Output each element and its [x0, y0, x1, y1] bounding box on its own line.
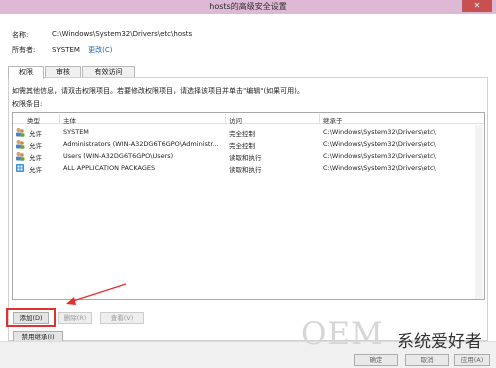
owner-label: 所有者:: [12, 46, 36, 54]
access-cell: 完全控制: [229, 130, 255, 138]
type-cell: 允许: [29, 142, 42, 150]
inherited-cell: C:\Windows\System32\Drivers\etc\: [323, 164, 436, 172]
ok-button[interactable]: 确定: [354, 354, 398, 366]
column-divider[interactable]: [225, 114, 226, 123]
watermark-tagline: 系统爱好者: [397, 332, 482, 352]
window-title: hosts的高级安全设置: [209, 2, 287, 11]
add-button[interactable]: 添加(D): [13, 312, 49, 324]
column-principal[interactable]: 主体: [63, 115, 76, 125]
column-divider[interactable]: [319, 114, 320, 123]
owner-row: SYSTEM 更改(C): [52, 45, 113, 55]
name-label: 名称:: [12, 31, 29, 39]
principal-cell: Administrators (WIN-A32DG6T6GPO\Administ…: [63, 140, 219, 148]
view-button[interactable]: 查看(V): [100, 312, 144, 324]
name-value: C:\Windows\System32\Drivers\etc\hosts: [52, 30, 193, 38]
inherited-cell: C:\Windows\System32\Drivers\etc\: [323, 152, 436, 160]
principal-cell: SYSTEM: [63, 128, 89, 136]
access-cell: 读取和执行: [229, 154, 262, 162]
close-icon: ✕: [473, 1, 481, 10]
apply-button[interactable]: 应用(A): [454, 354, 490, 366]
column-type[interactable]: 类型: [27, 115, 40, 125]
access-cell: 完全控制: [229, 142, 255, 150]
permission-row[interactable]: 允许 Administrators (WIN-A32DG6T6GPO\Admin…: [13, 138, 484, 150]
close-button[interactable]: ✕: [462, 0, 492, 12]
column-divider[interactable]: [59, 114, 60, 123]
list-scrollbar[interactable]: [475, 125, 483, 299]
principal-cell: Users (WIN-A32DG6T6GPO\Users): [63, 152, 174, 160]
cancel-button[interactable]: 取消: [405, 354, 449, 366]
access-cell: 读取和执行: [229, 166, 262, 174]
owner-value: SYSTEM: [52, 46, 80, 54]
column-access[interactable]: 访问: [229, 115, 242, 125]
list-header: 类型 主体 访问 继承于: [13, 113, 484, 125]
inherited-cell: C:\Windows\System32\Drivers\etc\: [323, 140, 436, 148]
column-inherited[interactable]: 继承于: [323, 115, 343, 125]
permission-row[interactable]: 允许 ALL APPLICATION PACKAGES 读取和执行 C:\Win…: [13, 162, 484, 174]
change-owner-link[interactable]: 更改(C): [88, 46, 112, 54]
watermark-brand: OEM: [301, 316, 384, 352]
user-group-icon: [16, 128, 25, 137]
title-bar: hosts的高级安全设置 ✕: [0, 0, 496, 14]
remove-button[interactable]: 删除(R): [58, 312, 92, 324]
watermark: OEM 系统爱好者: [297, 316, 496, 354]
principal-cell: ALL APPLICATION PACKAGES: [63, 164, 156, 172]
inherited-cell: C:\Windows\System32\Drivers\etc\: [323, 128, 436, 136]
annotation-arrow: [66, 283, 127, 305]
type-cell: 允许: [29, 154, 42, 162]
user-group-icon: [16, 152, 25, 161]
tab-permissions[interactable]: 权限: [8, 66, 44, 79]
permission-row[interactable]: 允许 SYSTEM 完全控制 C:\Windows\System32\Drive…: [13, 126, 484, 138]
app-package-icon: [16, 164, 24, 172]
entries-label: 权限条目:: [12, 100, 43, 108]
type-cell: 允许: [29, 130, 42, 138]
permission-list[interactable]: 类型 主体 访问 继承于 允许 SYSTEM 完全控制 C:\Windows\S…: [12, 112, 485, 300]
permission-row[interactable]: 允许 Users (WIN-A32DG6T6GPO\Users) 读取和执行 C…: [13, 150, 484, 162]
user-group-icon: [16, 140, 25, 149]
info-text: 如需其他信息，请双击权限项目。若要修改权限项目，请选择该项目并单击"编辑"(如果…: [12, 87, 304, 95]
type-cell: 允许: [29, 166, 42, 174]
